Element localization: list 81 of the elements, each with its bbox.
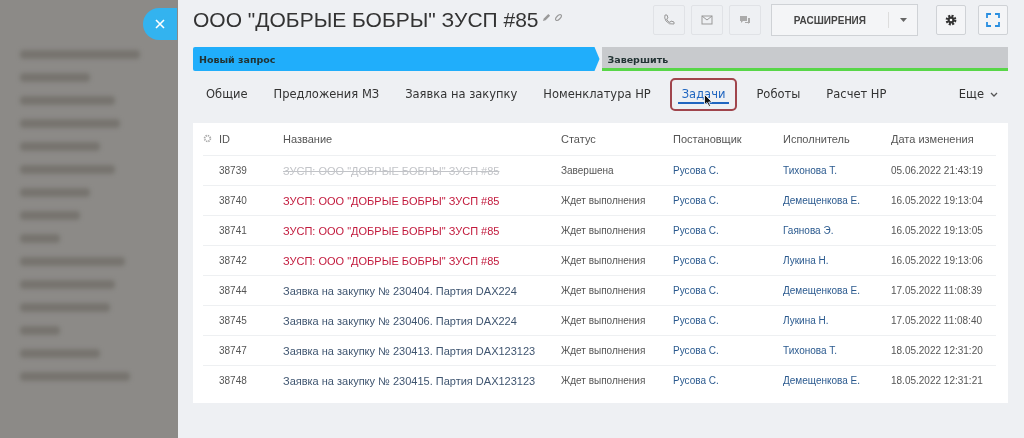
settings-button[interactable] bbox=[936, 5, 966, 35]
more-tab[interactable]: Еще bbox=[945, 83, 1008, 105]
link-icon[interactable] bbox=[553, 12, 563, 22]
user-link[interactable]: Русова С. bbox=[673, 375, 719, 386]
user-link[interactable]: Демещенкова Е. bbox=[783, 375, 860, 386]
user-link[interactable]: Тихонова Т. bbox=[783, 345, 838, 356]
table-cell: 16.05.2022 19:13:05 bbox=[891, 225, 983, 236]
user-link[interactable]: Русова С. bbox=[673, 345, 719, 356]
table-cell: 38740 bbox=[219, 195, 247, 206]
column-header: Название bbox=[283, 123, 561, 156]
settings-icon bbox=[944, 13, 958, 27]
user-link[interactable]: Русова С. bbox=[673, 255, 719, 266]
stage-step[interactable]: Новый запрос bbox=[193, 47, 600, 71]
envelope-icon bbox=[700, 15, 713, 25]
column-header: Дата изменения bbox=[891, 123, 996, 156]
caret-icon bbox=[899, 18, 907, 22]
table-cell: 17.05.2022 11:08:39 bbox=[891, 285, 982, 296]
task-title-link[interactable]: ЗУСП: ООО "ДОБРЫЕ БОБРЫ" ЗУСП #85 bbox=[283, 194, 500, 207]
expand-frame-icon bbox=[986, 13, 1000, 27]
user-link[interactable]: Русова С. bbox=[673, 165, 719, 176]
user-link[interactable]: Тихонова Т. bbox=[783, 165, 838, 176]
more-label: Еще bbox=[958, 87, 984, 101]
table-cell: Ждет выполнения bbox=[561, 315, 646, 326]
stage-step[interactable]: Завершить bbox=[601, 47, 1008, 71]
table-cell: Завершена bbox=[561, 165, 614, 176]
task-title-link[interactable]: Заявка на закупку № 230406. Партия DAX224 bbox=[283, 314, 517, 327]
task-title-link[interactable]: Заявка на закупку № 230404. Партия DAX224 bbox=[283, 284, 517, 297]
table-cell: 38739 bbox=[219, 165, 247, 176]
table-cell: 38748 bbox=[219, 375, 247, 386]
column-header: Исполнитель bbox=[783, 123, 891, 156]
page-title: ООО "ДОБРЫЕ БОБРЫ" ЗУСП #85 bbox=[193, 8, 539, 32]
phone-icon bbox=[662, 14, 675, 26]
close-icon bbox=[155, 19, 165, 29]
settings-icon[interactable] bbox=[203, 134, 212, 143]
tab[interactable]: Предложения МЗ bbox=[260, 83, 393, 105]
tab[interactable]: Роботы bbox=[743, 83, 814, 105]
table-cell: 16.05.2022 19:13:04 bbox=[891, 195, 983, 206]
table-cell: 17.05.2022 11:08:40 bbox=[891, 315, 982, 326]
user-link[interactable]: Лукина Н. bbox=[783, 315, 829, 326]
table-cell: 38744 bbox=[219, 285, 247, 296]
table-cell: 38742 bbox=[219, 255, 247, 266]
user-link[interactable]: Гаянова Э. bbox=[783, 225, 834, 236]
table-cell: 18.05.2022 12:31:20 bbox=[891, 345, 983, 356]
close-button[interactable] bbox=[143, 8, 177, 40]
mail-button[interactable] bbox=[690, 5, 723, 35]
tab[interactable]: Общие bbox=[193, 83, 261, 105]
table-cell: Ждет выполнения bbox=[561, 345, 646, 356]
tab[interactable]: Расчет НР bbox=[813, 83, 900, 105]
table-cell: 18.05.2022 12:31:21 bbox=[891, 375, 983, 386]
tab[interactable]: Заявка на закупку bbox=[392, 83, 531, 105]
task-title-link[interactable]: Заявка на закупку № 230415. Партия DAX123123 bbox=[283, 374, 536, 387]
pencil-icon[interactable] bbox=[541, 12, 551, 22]
table-cell: Ждет выполнения bbox=[561, 195, 646, 206]
fullscreen-button[interactable] bbox=[978, 5, 1008, 35]
task-title-link[interactable]: Заявка на закупку № 230413. Партия DAX123123 bbox=[283, 344, 536, 357]
user-link[interactable]: Русова С. bbox=[673, 225, 719, 236]
user-link[interactable]: Демещенкова Е. bbox=[783, 195, 860, 206]
table-cell: 38747 bbox=[219, 345, 247, 356]
column-header: Статус bbox=[561, 123, 673, 156]
user-link[interactable]: Демещенкова Е. bbox=[783, 285, 860, 296]
chat-bubbles-icon bbox=[738, 15, 751, 25]
table-cell: 16.05.2022 19:13:06 bbox=[891, 255, 983, 266]
table-cell: Ждет выполнения bbox=[561, 225, 646, 236]
chat-button[interactable] bbox=[728, 5, 761, 35]
table-cell: Ждет выполнения bbox=[561, 255, 646, 266]
user-link[interactable]: Русова С. bbox=[673, 285, 719, 296]
phone-button[interactable] bbox=[652, 5, 685, 35]
table-cell: Ждет выполнения bbox=[561, 285, 646, 296]
chevron-down-icon bbox=[990, 91, 998, 97]
user-link[interactable]: Русова С. bbox=[673, 315, 719, 326]
table-cell: 38745 bbox=[219, 315, 247, 326]
table-cell: 38741 bbox=[219, 225, 247, 236]
table-cell: Ждет выполнения bbox=[561, 375, 646, 386]
user-link[interactable]: Лукина Н. bbox=[783, 255, 829, 266]
table-cell: 05.06.2022 21:43:19 bbox=[891, 165, 983, 176]
task-title-link[interactable]: ЗУСП: ООО "ДОБРЫЕ БОБРЫ" ЗУСП #85 bbox=[283, 254, 500, 267]
column-header: ID bbox=[219, 123, 283, 156]
column-header: Постановщик bbox=[673, 123, 783, 156]
task-title-link[interactable]: ЗУСП: ООО "ДОБРЫЕ БОБРЫ" ЗУСП #85 bbox=[283, 224, 500, 237]
user-link[interactable]: Русова С. bbox=[673, 195, 719, 206]
tab[interactable]: Номенклатура НР bbox=[530, 83, 664, 105]
